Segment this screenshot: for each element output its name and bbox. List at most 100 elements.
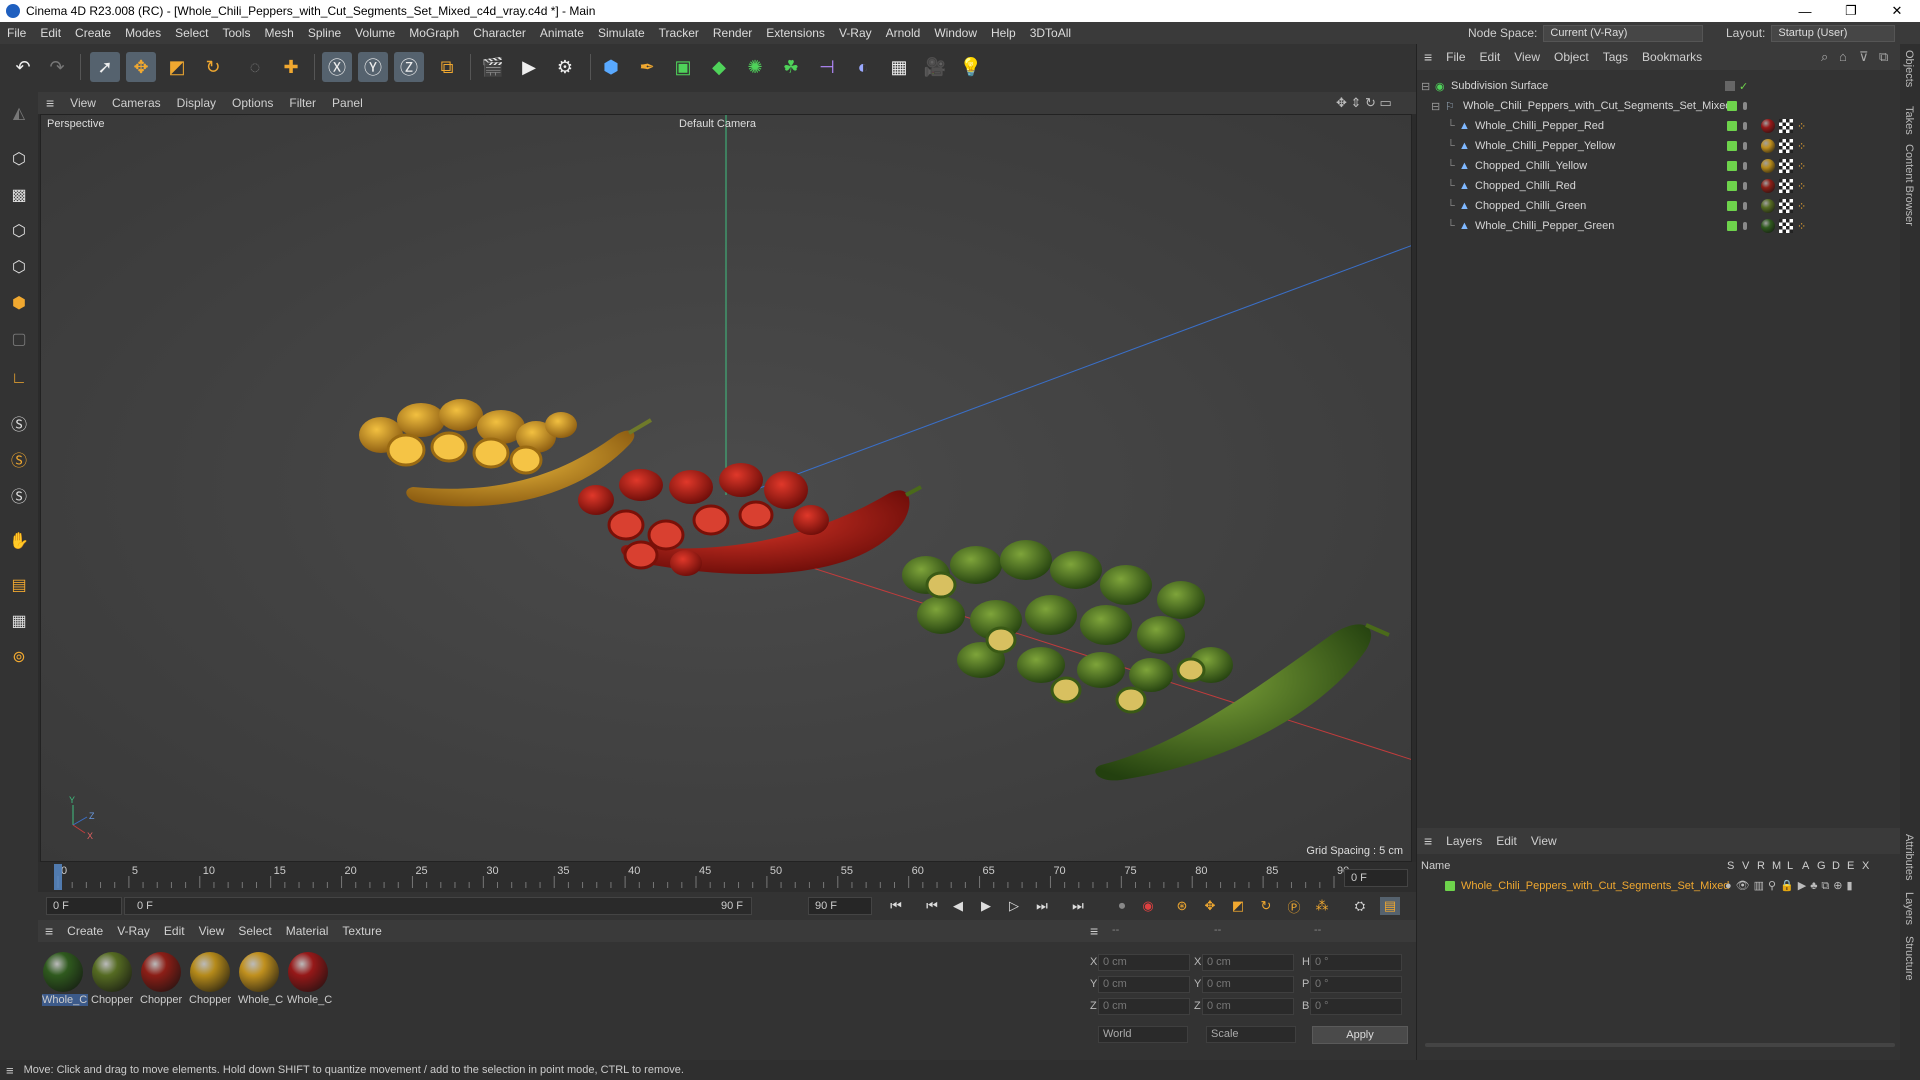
layer-menu-view[interactable]: View — [1524, 834, 1564, 848]
vertex-map-tag-icon[interactable]: ⁘ — [1797, 140, 1806, 153]
key-parameter-icon[interactable]: Ⓟ — [1284, 897, 1304, 915]
cube-primitive-icon[interactable]: ⬢ — [596, 52, 626, 82]
coordinate-mode-dropdown[interactable]: World — [1098, 1026, 1188, 1043]
locked-workplane-icon[interactable]: ⊚ — [4, 642, 34, 672]
menu-volume[interactable]: Volume — [348, 26, 402, 40]
coord-size-field[interactable]: 0 cm — [1202, 954, 1294, 971]
x-axis-lock-icon[interactable]: Ⓧ — [322, 52, 352, 82]
side-tab-structure[interactable]: Structure — [1903, 936, 1915, 981]
perspective-viewport[interactable]: Y Z X Perspective Default Camera Grid Sp… — [40, 114, 1412, 862]
frame-range-slider[interactable]: 0 F 90 F — [124, 897, 752, 915]
rotate-tool-icon[interactable]: ↻ — [198, 52, 228, 82]
collapse-toggle-icon[interactable]: ⊟ — [1421, 80, 1430, 93]
menu-edit[interactable]: Edit — [33, 26, 68, 40]
render-settings-icon[interactable]: ⚙ — [550, 52, 580, 82]
material-thumbnail[interactable]: Chopper — [140, 952, 182, 1008]
vertex-map-tag-icon[interactable]: ⁘ — [1797, 180, 1806, 193]
menu-tools[interactable]: Tools — [215, 26, 257, 40]
viewport-menu-panel[interactable]: Panel — [324, 96, 371, 110]
texture-mode-icon[interactable]: ▩ — [4, 180, 34, 210]
key-selection-icon[interactable]: ⊛ — [1172, 897, 1192, 915]
layer-hamburger-icon[interactable]: ≡ — [1417, 833, 1439, 849]
coord-size-field[interactable]: 0 cm — [1202, 976, 1294, 993]
material-thumbnail[interactable]: Whole_C — [238, 952, 283, 1008]
uvw-tag-icon[interactable] — [1779, 139, 1793, 153]
make-editable-icon[interactable]: ◭ — [4, 98, 34, 128]
grid-plane-icon[interactable]: ▤ — [4, 570, 34, 600]
light-icon[interactable]: 💡 — [956, 52, 986, 82]
object-home-icon[interactable]: ⌂ — [1839, 49, 1847, 64]
material-menu-edit[interactable]: Edit — [157, 924, 192, 938]
material-thumbnail[interactable]: Whole_C — [287, 952, 332, 1008]
material-tag-icon[interactable] — [1761, 139, 1775, 153]
vertex-map-tag-icon[interactable]: ⁘ — [1797, 220, 1806, 233]
mograph-icon[interactable]: ☘ — [776, 52, 806, 82]
material-menu-texture[interactable]: Texture — [335, 924, 388, 938]
layer-color-swatch[interactable] — [1727, 161, 1737, 171]
side-tab-content-browser[interactable]: Content Browser — [1903, 144, 1915, 226]
menu-file[interactable]: File — [0, 26, 33, 40]
object-menu-bookmarks[interactable]: Bookmarks — [1635, 50, 1709, 64]
play-icon[interactable]: ▶ — [976, 897, 996, 915]
visibility-dots[interactable] — [1743, 182, 1747, 190]
camera-icon[interactable]: 🎥 — [920, 52, 950, 82]
move-tool-icon[interactable]: ✥ — [126, 52, 156, 82]
subdivision-generator-icon[interactable]: ▣ — [668, 52, 698, 82]
layer-flag-header[interactable]: L — [1787, 860, 1793, 872]
recent-tool-icon[interactable]: ◌ — [240, 52, 270, 82]
uvw-tag-icon[interactable] — [1779, 219, 1793, 233]
visibility-dots[interactable] — [1743, 222, 1747, 230]
viewport-hamburger-icon[interactable]: ≡ — [38, 95, 62, 111]
y-axis-lock-icon[interactable]: Ⓨ — [358, 52, 388, 82]
floor-icon[interactable]: ▦ — [884, 52, 914, 82]
key-pla-icon[interactable]: ⁂ — [1312, 897, 1332, 915]
menu-tracker[interactable]: Tracker — [652, 26, 706, 40]
material-menu-select[interactable]: Select — [231, 924, 278, 938]
coord-position-field[interactable]: 0 cm — [1098, 998, 1190, 1015]
record-keys-icon[interactable]: ⏺ — [1112, 897, 1132, 915]
undo-icon[interactable]: ↶ — [8, 52, 38, 82]
workplane-icon[interactable]: ∟ — [4, 364, 34, 394]
menu-modes[interactable]: Modes — [118, 26, 168, 40]
previous-frame-icon[interactable]: ◀ — [948, 897, 968, 915]
end-frame-field[interactable]: 90 F — [808, 897, 872, 915]
side-tab-objects[interactable]: Objects — [1903, 50, 1915, 87]
start-frame-field[interactable]: 0 F — [46, 897, 122, 915]
coord-rotation-field[interactable]: 0 ° — [1310, 998, 1402, 1015]
object-row-child[interactable]: └ ▲ Whole_Chilli_Pepper_Green ⁘ — [1417, 216, 1901, 236]
object-row-group[interactable]: ⊟ ⚐ Whole_Chili_Peppers_with_Cut_Segment… — [1417, 96, 1901, 116]
coord-position-field[interactable]: 0 cm — [1098, 954, 1190, 971]
coord-position-field[interactable]: 0 cm — [1098, 976, 1190, 993]
side-tab-takes[interactable]: Takes — [1903, 106, 1915, 135]
object-row-subdivision-surface[interactable]: ⊟ ◉ Subdivision Surface ✓ — [1417, 76, 1901, 96]
layout-dropdown[interactable]: Startup (User) — [1771, 24, 1896, 42]
material-hamburger-icon[interactable]: ≡ — [38, 923, 60, 939]
viewport-menu-view[interactable]: View — [62, 96, 104, 110]
menu-help[interactable]: Help — [984, 26, 1023, 40]
group-collapse-icon[interactable]: ⊟ — [1431, 100, 1440, 113]
object-menu-object[interactable]: Object — [1547, 50, 1596, 64]
viewport-nav-icons[interactable]: ✥ ⇕ ↻ ▭ — [1336, 95, 1392, 111]
layer-color-swatch[interactable] — [1727, 201, 1737, 211]
key-scale-icon[interactable]: ◩ — [1228, 897, 1248, 915]
polygons-mode-icon[interactable]: ⬢ — [4, 288, 34, 318]
layer-flag-header[interactable]: V — [1742, 860, 1749, 872]
menu-render[interactable]: Render — [706, 26, 759, 40]
object-new-window-icon[interactable]: ⧉ — [1879, 49, 1888, 65]
layer-color-chip[interactable] — [1445, 881, 1455, 891]
coordinate-system-icon[interactable]: ⧉ — [432, 52, 462, 82]
layer-color-swatch[interactable] — [1727, 101, 1737, 111]
apply-button[interactable]: Apply — [1312, 1026, 1408, 1044]
layer-menu-layers[interactable]: Layers — [1439, 834, 1489, 848]
key-position-icon[interactable]: ✥ — [1200, 897, 1220, 915]
object-row-child[interactable]: └ ▲ Chopped_Chilli_Green ⁘ — [1417, 196, 1901, 216]
vertex-map-tag-icon[interactable]: ⁘ — [1797, 120, 1806, 133]
menu-mesh[interactable]: Mesh — [257, 26, 300, 40]
model-mode-icon[interactable]: ⬡ — [4, 144, 34, 174]
layer-color-swatch[interactable] — [1727, 141, 1737, 151]
layer-color-swatch[interactable] — [1727, 181, 1737, 191]
material-thumbnail[interactable]: Whole_C — [42, 952, 88, 1008]
layer-scrollbar[interactable] — [1425, 1043, 1895, 1047]
object-row-child[interactable]: └ ▲ Chopped_Chilli_Yellow ⁘ — [1417, 156, 1901, 176]
material-thumbnail[interactable]: Chopper — [189, 952, 231, 1008]
